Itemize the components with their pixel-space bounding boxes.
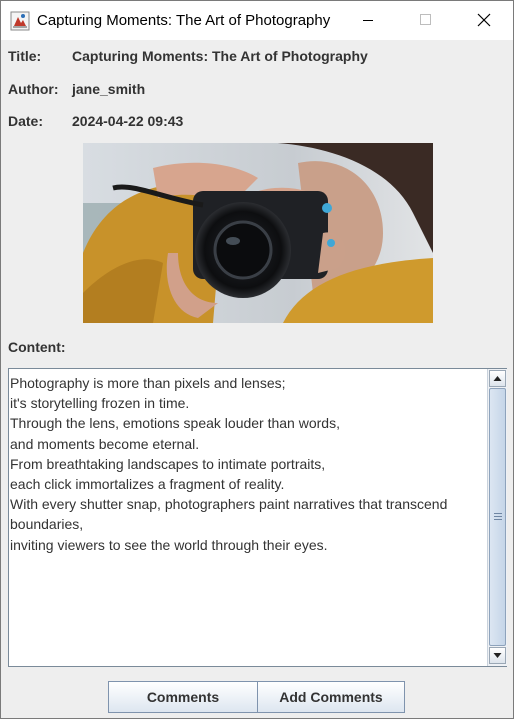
thumb-grip	[494, 516, 502, 517]
content-label: Content:	[8, 339, 66, 355]
content-line: inviting viewers to see the world throug…	[10, 536, 328, 553]
title-bar: Capturing Moments: The Art of Photograph…	[1, 1, 513, 40]
vertical-scrollbar[interactable]	[487, 369, 507, 666]
minimize-button[interactable]	[339, 1, 397, 40]
close-button[interactable]	[455, 1, 513, 40]
add-comments-button[interactable]: Add Comments	[257, 681, 405, 713]
scroll-up-button[interactable]	[489, 370, 506, 387]
minimize-icon	[363, 20, 373, 21]
content-line: Photography is more than pixels and lens…	[10, 375, 286, 391]
content-line: and moments become eternal.	[10, 435, 200, 452]
content-line: boundaries,	[10, 516, 84, 533]
date-value: 2024-04-22 09:43	[72, 113, 184, 129]
maximize-icon	[420, 14, 431, 25]
date-label: Date:	[8, 113, 44, 129]
comments-button[interactable]: Comments	[108, 681, 258, 713]
scroll-thumb[interactable]	[489, 388, 506, 646]
content-scroll-pane: Photography is more than pixels and lens…	[8, 368, 507, 667]
title-value: Capturing Moments: The Art of Photograph…	[72, 48, 368, 64]
content-line: Through the lens, emotions speak louder …	[10, 415, 340, 432]
content-text-area[interactable]: Photography is more than pixels and lens…	[9, 369, 485, 666]
thumb-grip	[494, 513, 502, 514]
content-line: From breathtaking landscapes to intimate…	[10, 455, 326, 472]
content-line: it's storytelling frozen in time.	[10, 395, 190, 412]
photographer-image-icon	[83, 143, 433, 323]
content-line: each click immortalizes a fragment of re…	[10, 476, 285, 493]
content-line: With every shutter snap, photographers p…	[10, 496, 448, 513]
author-label: Author:	[8, 81, 59, 97]
maximize-button[interactable]	[397, 1, 455, 40]
window-title: Capturing Moments: The Art of Photograph…	[37, 12, 331, 29]
post-image	[83, 143, 433, 323]
scroll-down-button[interactable]	[489, 647, 506, 664]
java-app-icon	[10, 11, 30, 31]
arrow-down-icon	[493, 653, 502, 658]
post-viewer-window: Capturing Moments: The Art of Photograph…	[0, 0, 514, 719]
close-icon	[477, 13, 491, 27]
title-label: Title:	[8, 48, 42, 64]
arrow-up-icon	[493, 376, 502, 381]
author-value: jane_smith	[72, 81, 146, 97]
thumb-grip	[494, 519, 502, 520]
